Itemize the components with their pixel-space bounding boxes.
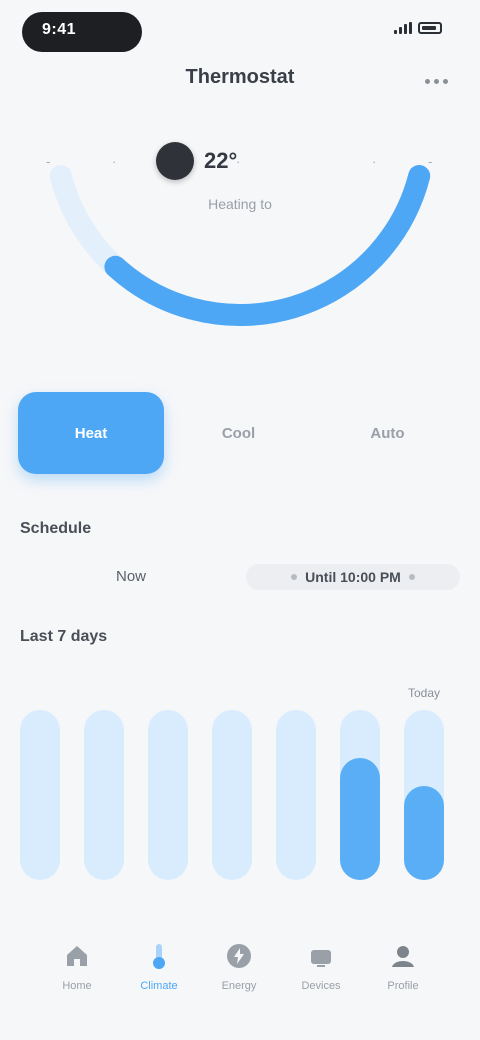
dial-thumb[interactable] <box>156 142 194 180</box>
history-label: Last 7 days <box>20 628 108 645</box>
more-dot-icon <box>442 78 448 84</box>
more-dot-icon <box>424 78 430 84</box>
history-bar-track <box>212 710 252 880</box>
history-bar[interactable] <box>340 680 380 900</box>
history-bar[interactable] <box>20 680 60 900</box>
tab-label: Climate <box>140 980 178 992</box>
history-bar-track <box>84 710 124 880</box>
tab-climate[interactable]: Climate <box>124 940 194 1010</box>
status-bar: 9:41 <box>0 0 480 60</box>
dial-marker: · <box>372 154 377 169</box>
user-icon <box>392 946 414 967</box>
schedule-row[interactable]: Now Until 10:00 PM <box>20 562 460 592</box>
dial-marker: - <box>46 154 51 169</box>
signal-icon <box>394 22 412 34</box>
battery-icon <box>418 22 442 34</box>
history-bar-fill <box>340 758 380 880</box>
devices-icon <box>311 950 331 967</box>
history-today-label: Today <box>407 686 441 700</box>
screen-title: Thermostat <box>185 66 295 88</box>
dot-icon <box>291 574 298 580</box>
dot-icon <box>408 574 415 580</box>
tab-label: Energy <box>221 980 257 992</box>
dial-value: 22° <box>204 148 238 173</box>
history-bar[interactable] <box>212 680 252 900</box>
thermometer-icon <box>153 944 165 969</box>
history-bar-fill <box>404 786 444 880</box>
dynamic-island <box>22 12 142 52</box>
mode-label: Cool <box>221 424 256 442</box>
history-bar[interactable] <box>276 680 316 900</box>
tab-bar: Home Climate Energy Devices Profile <box>0 930 480 1040</box>
history-bar[interactable] <box>148 680 188 900</box>
more-button[interactable] <box>422 70 450 92</box>
mode-cool[interactable]: Cool <box>164 392 313 474</box>
tab-devices[interactable]: Devices <box>286 940 356 1010</box>
history-bars: Today <box>20 680 460 900</box>
history-bar-track <box>276 710 316 880</box>
mode-label: Heat <box>74 424 108 442</box>
tab-energy[interactable]: Energy <box>204 940 274 1010</box>
history-bar[interactable]: Today <box>404 680 444 900</box>
dial-subtitle: Heating to <box>208 196 272 212</box>
dial-marker: · <box>112 154 117 169</box>
status-time: 9:41 <box>42 21 77 38</box>
schedule-end: Until 10:00 PM <box>305 569 401 585</box>
home-icon <box>67 946 87 966</box>
mode-auto[interactable]: Auto <box>313 392 462 474</box>
more-dot-icon <box>433 78 439 84</box>
schedule-start: Now <box>116 568 147 585</box>
history-bar[interactable] <box>84 680 124 900</box>
tab-label: Devices <box>301 980 341 992</box>
schedule-pill[interactable]: Until 10:00 PM <box>246 564 460 590</box>
mode-label: Auto <box>370 424 405 442</box>
temperature-dial[interactable]: - · · · - 22° Heating to <box>0 110 480 340</box>
mode-selector: Heat Cool Auto <box>18 392 462 474</box>
schedule-label: Schedule <box>20 520 92 537</box>
bolt-icon <box>227 944 251 968</box>
dial-marker: - <box>428 154 433 169</box>
tab-label: Profile <box>387 980 419 992</box>
tab-label: Home <box>62 980 92 992</box>
tab-home[interactable]: Home <box>42 940 112 1010</box>
tab-profile[interactable]: Profile <box>368 940 438 1010</box>
history-bar-track <box>148 710 188 880</box>
status-icons <box>394 22 442 34</box>
dial-arc <box>49 165 431 327</box>
mode-heat[interactable]: Heat <box>18 392 164 474</box>
history-bar-track <box>20 710 60 880</box>
header: Thermostat <box>0 58 480 98</box>
